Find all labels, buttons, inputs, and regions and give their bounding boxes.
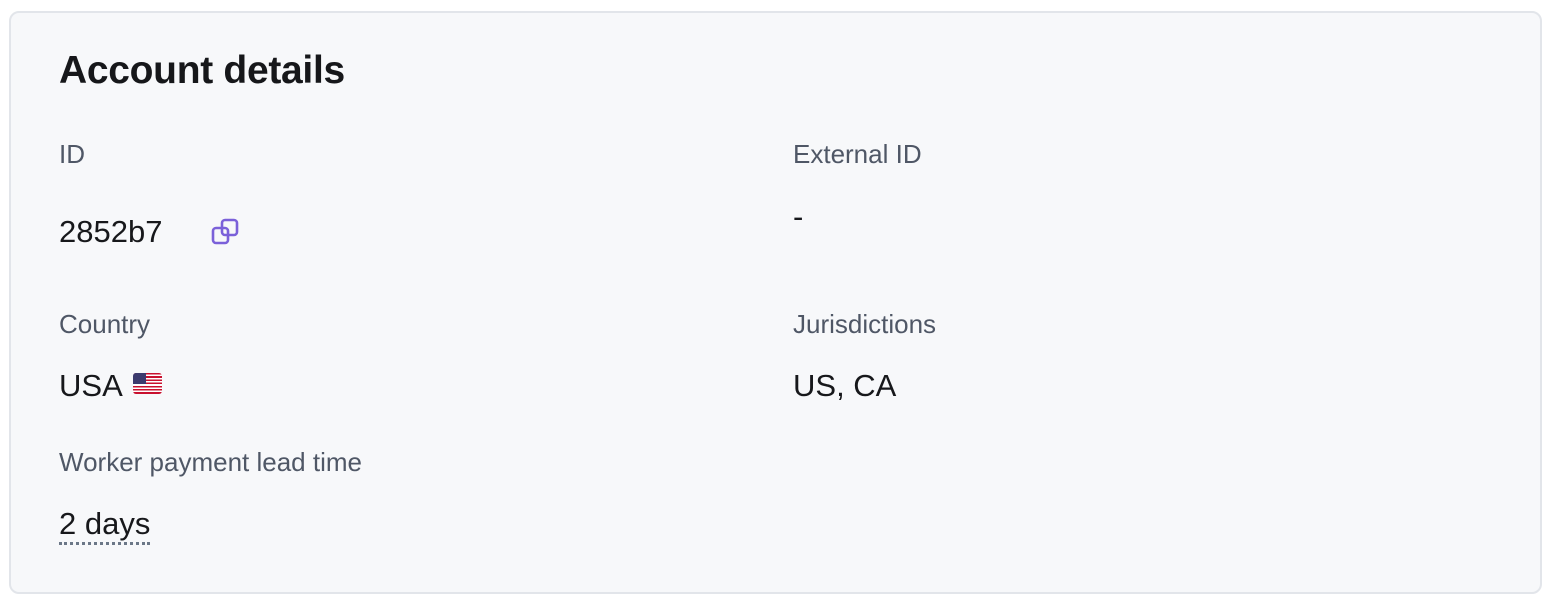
lead-time-label: Worker payment lead time [59, 447, 362, 477]
copy-id-button[interactable] [210, 216, 242, 248]
country-value: USA [59, 368, 123, 403]
copy-icon [211, 218, 239, 245]
id-label: ID [59, 139, 85, 169]
id-value: 2852b7 [59, 214, 163, 249]
country-value-row: USA [59, 366, 162, 406]
external-id-label: External ID [793, 139, 922, 169]
external-id-value: - [793, 199, 804, 234]
jurisdictions-value: US, CA [793, 368, 897, 403]
account-details-card: Account details ID 2852b7 External ID - … [9, 11, 1542, 594]
card-title: Account details [59, 49, 345, 92]
jurisdictions-label: Jurisdictions [793, 309, 937, 339]
lead-time-value[interactable]: 2 days [59, 506, 151, 545]
lead-time-value-row: 2 days [59, 504, 151, 545]
country-label: Country [59, 309, 151, 339]
us-flag-icon [132, 373, 162, 394]
